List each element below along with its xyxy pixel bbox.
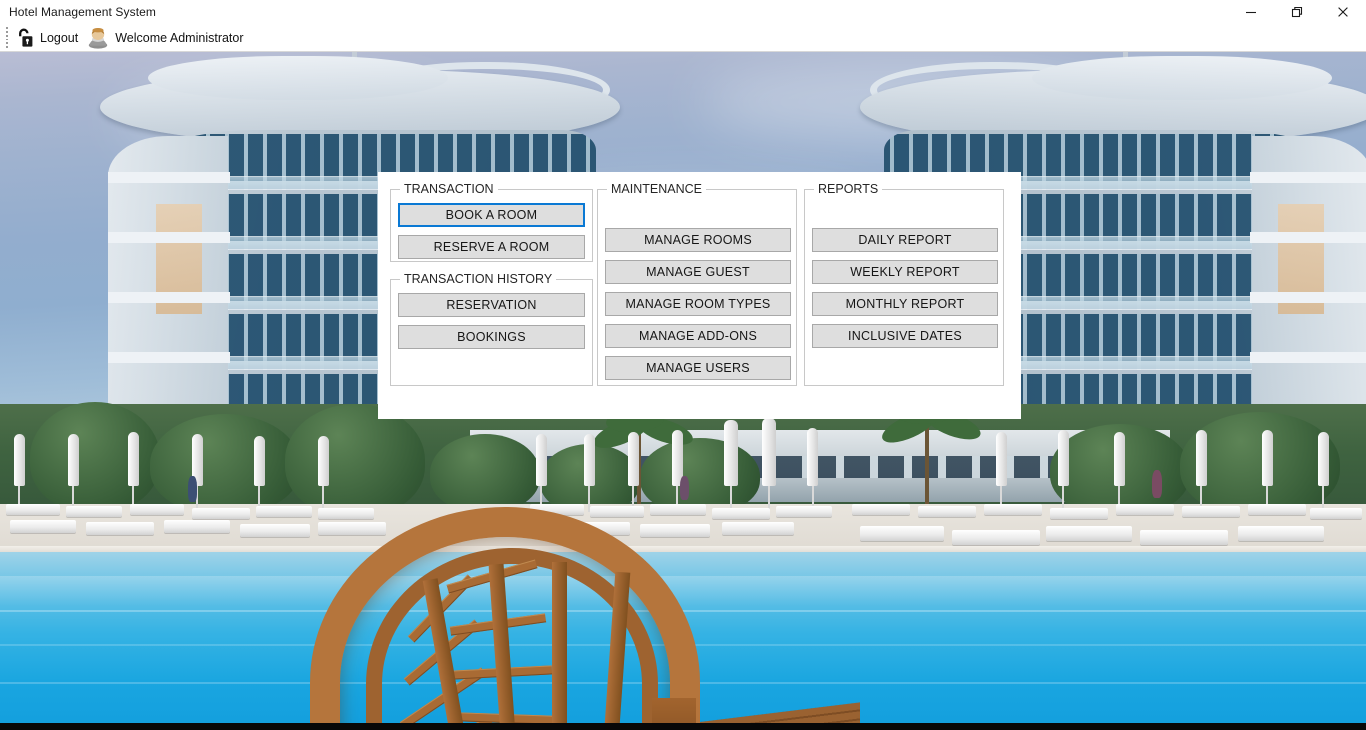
manage-users-button[interactable]: MANAGE USERS: [605, 356, 791, 380]
minimize-icon: [1246, 11, 1256, 14]
closed-umbrella: [254, 436, 265, 486]
palm-trunk: [925, 424, 929, 516]
user-avatar-icon: [89, 27, 108, 49]
daily-report-button[interactable]: DAILY REPORT: [812, 228, 998, 252]
restore-button[interactable]: [1274, 0, 1320, 24]
group-maintenance: MAINTENANCE MANAGE ROOMS MANAGE GUEST MA…: [597, 182, 797, 386]
sun-lounger: [1248, 504, 1306, 515]
window-controls: [1228, 0, 1366, 24]
group-transaction: TRANSACTION BOOK A ROOM RESERVE A ROOM: [390, 182, 593, 262]
manage-guest-button[interactable]: MANAGE GUEST: [605, 260, 791, 284]
tree: [30, 402, 160, 512]
sun-lounger: [192, 508, 250, 519]
drag-grip-icon[interactable]: [2, 27, 11, 48]
group-reports-legend: REPORTS: [814, 182, 883, 196]
sun-lounger: [852, 504, 910, 515]
application-window: Hotel Management System Logout Welcome A…: [0, 0, 1366, 730]
sun-lounger: [952, 530, 1040, 545]
sun-lounger: [984, 504, 1042, 515]
manage-room-types-button[interactable]: MANAGE ROOM TYPES: [605, 292, 791, 316]
closed-umbrella: [1058, 430, 1069, 486]
logout-label: Logout: [40, 30, 79, 45]
logout-button[interactable]: Logout: [11, 25, 82, 51]
sun-lounger: [6, 504, 60, 515]
welcome-label: Welcome Administrator: [115, 30, 244, 45]
reserve-a-room-button[interactable]: RESERVE A ROOM: [398, 235, 585, 259]
book-a-room-button[interactable]: BOOK A ROOM: [398, 203, 585, 227]
window-title: Hotel Management System: [9, 5, 157, 19]
bookings-history-button[interactable]: BOOKINGS: [398, 325, 585, 349]
bridge-post: [552, 562, 567, 723]
restore-icon: [1291, 6, 1303, 18]
sun-lounger: [164, 520, 230, 533]
closed-umbrella: [128, 432, 139, 486]
reservation-history-button[interactable]: RESERVATION: [398, 293, 585, 317]
main-toolbar: Logout Welcome Administrator: [0, 24, 1366, 52]
sun-lounger: [1140, 530, 1228, 545]
sun-lounger: [1116, 504, 1174, 515]
closed-umbrella: [1196, 430, 1207, 486]
group-transaction-history-legend: TRANSACTION HISTORY: [400, 272, 557, 286]
closed-umbrella: [1262, 430, 1273, 486]
sun-lounger: [1050, 508, 1108, 519]
close-icon: [1338, 7, 1348, 17]
group-reports: REPORTS DAILY REPORT WEEKLY REPORT MONTH…: [804, 182, 1004, 386]
group-maintenance-legend: MAINTENANCE: [607, 182, 706, 196]
manage-rooms-button[interactable]: MANAGE ROOMS: [605, 228, 791, 252]
sun-lounger: [1046, 526, 1132, 541]
person: [1152, 470, 1162, 498]
closed-umbrella: [68, 434, 79, 486]
sun-lounger: [1310, 508, 1362, 519]
sun-lounger: [1238, 526, 1324, 541]
minimize-button[interactable]: [1228, 0, 1274, 24]
closed-umbrella: [14, 434, 25, 486]
sun-lounger: [10, 520, 76, 533]
tree: [150, 414, 300, 514]
weekly-report-button[interactable]: WEEKLY REPORT: [812, 260, 998, 284]
bridge-newel: [652, 698, 696, 723]
closed-umbrella: [1318, 432, 1329, 486]
person: [188, 476, 197, 502]
group-transaction-history: TRANSACTION HISTORY RESERVATION BOOKINGS: [390, 272, 593, 386]
sun-lounger: [918, 506, 976, 517]
group-transaction-legend: TRANSACTION: [400, 182, 498, 196]
manage-add-ons-button[interactable]: MANAGE ADD-ONS: [605, 324, 791, 348]
sun-lounger: [1182, 506, 1240, 517]
wooden-arch-bridge: [300, 452, 860, 723]
open-padlock-icon: [19, 28, 33, 47]
welcome-user-item: Welcome Administrator: [82, 25, 247, 51]
sun-lounger: [86, 522, 154, 535]
inclusive-dates-button[interactable]: INCLUSIVE DATES: [812, 324, 998, 348]
window-bottom-edge: [0, 723, 1366, 730]
closed-umbrella: [996, 432, 1007, 486]
title-bar: Hotel Management System: [0, 0, 1366, 24]
closed-umbrella: [1114, 432, 1125, 486]
monthly-report-button[interactable]: MONTHLY REPORT: [812, 292, 998, 316]
main-menu-panel: TRANSACTION BOOK A ROOM RESERVE A ROOM T…: [378, 172, 1021, 419]
sun-lounger: [860, 526, 944, 541]
sun-lounger: [66, 506, 122, 517]
sun-lounger: [130, 504, 184, 515]
close-button[interactable]: [1320, 0, 1366, 24]
